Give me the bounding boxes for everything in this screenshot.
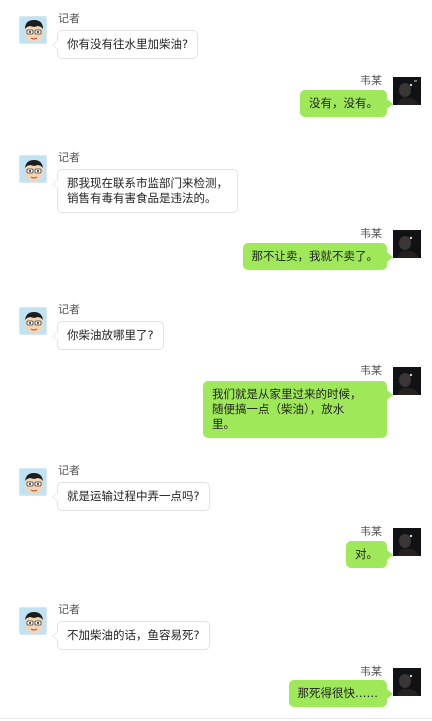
reporter-avatar-icon[interactable] [19, 307, 47, 335]
message-bubble[interactable]: 我们就是从家里过来的时候， 随便搞一点（柴油），放水 里。 [203, 381, 393, 438]
sender-name: 记者 [58, 303, 80, 316]
weimou-avatar-icon[interactable] [393, 668, 421, 696]
weimou-avatar-icon[interactable] [393, 367, 421, 395]
sender-name: 韦某 [360, 74, 382, 87]
message-bubble[interactable]: 那我现在联系市监部门来检测， 销售有毒有害食品是违法的。 [52, 169, 238, 213]
divider [0, 718, 432, 719]
sender-name: 记者 [58, 464, 80, 477]
message-bubble[interactable]: 不加柴油的话，鱼容易死? [52, 621, 210, 650]
reporter-avatar-icon[interactable] [19, 16, 47, 44]
message-bubble[interactable]: 你柴油放哪里了? [52, 321, 164, 350]
message-bubble[interactable]: 没有，没有。 [300, 90, 393, 117]
message-bubble[interactable]: 对。 [346, 541, 393, 568]
sender-name: 记者 [58, 603, 80, 616]
sender-name: 韦某 [360, 364, 382, 377]
sender-name: 韦某 [360, 227, 382, 240]
sender-name: 韦某 [360, 665, 382, 678]
weimou-avatar-icon[interactable] [393, 77, 421, 105]
message-bubble[interactable]: 那不让卖，我就不卖了。 [242, 243, 393, 270]
weimou-avatar-icon[interactable] [393, 528, 421, 556]
sender-name: 韦某 [360, 525, 382, 538]
sender-name: 记者 [58, 12, 80, 25]
message-bubble[interactable]: 就是运输过程中弄一点吗? [52, 482, 210, 511]
reporter-avatar-icon[interactable] [19, 155, 47, 183]
message-bubble[interactable]: 那死得很快…… [288, 680, 393, 707]
reporter-avatar-icon[interactable] [19, 468, 47, 496]
sender-name: 记者 [58, 151, 80, 164]
reporter-avatar-icon[interactable] [19, 607, 47, 635]
weimou-avatar-icon[interactable] [393, 230, 421, 258]
message-bubble[interactable]: 你有没有往水里加柴油? [51, 30, 199, 59]
